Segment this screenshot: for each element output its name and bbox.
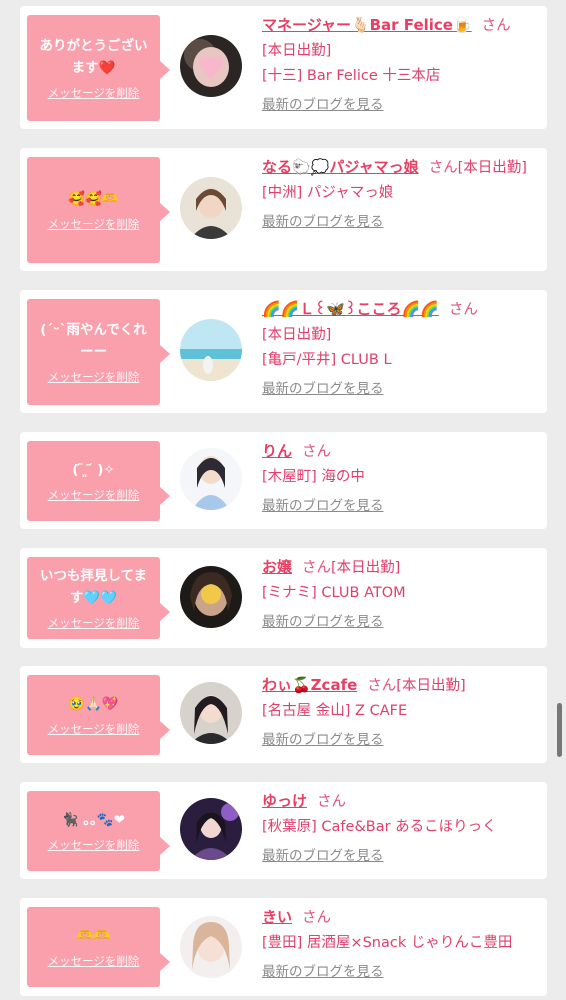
card-info: マネージャー🫰🏻Bar Felice🍺 さん [本日出勤] [十三] Bar Fe… [262, 12, 537, 115]
message-card: 🥹🙏🏻💖 メッセージを削除 わぃ🍒Zcafe さん[本日出勤] [名古屋 金山] … [20, 666, 547, 763]
latest-blog-link[interactable]: 最新のブログを見る [262, 212, 537, 232]
avatar[interactable] [180, 682, 242, 744]
message-bubble: 🫶🫶 メッセージを削除 [27, 907, 170, 987]
message-card: ( ᷇ ͈ ᷄ )✧ メッセージを削除 りん さん [木屋町] 海の中 最新のブロ… [20, 432, 547, 529]
message-bubble: 🐈‍⬛ ｡｡🐾❤ メッセージを削除 [27, 791, 170, 871]
message-bubble: (ˊᵕˋ雨やんでくれーー メッセージを削除 [27, 299, 170, 405]
work-status: [本日出勤] [262, 43, 332, 59]
honorific: さん [448, 302, 478, 318]
shop-name: [木屋町] 海の中 [262, 469, 365, 485]
cast-name-link[interactable]: なる🐑💭パジャマっ娘 [262, 158, 419, 176]
delete-message-link[interactable]: メッセージを削除 [48, 721, 140, 737]
message-bubble: ありがとうございます❤️ メッセージを削除 [27, 15, 170, 121]
message-text: ( ᷇ ͈ ᷄ )✧ [72, 462, 115, 478]
card-info: 🌈🌈Ｌ꒰🦋꒱こころ🌈🌈 さん [本日出勤] [亀戸/平井] CLUB L 最新のブ… [262, 296, 537, 399]
honorific: さん [428, 160, 458, 176]
honorific: さん [367, 678, 397, 694]
honorific: さん [302, 910, 332, 926]
cast-name-link[interactable]: りん [262, 442, 292, 460]
avatar[interactable] [180, 319, 242, 381]
delete-message-link[interactable]: メッセージを削除 [48, 369, 140, 385]
message-card: 🫶🫶 メッセージを削除 きい さん [豊田] 居酒屋×Snack じゃりんこ豊田 … [20, 898, 547, 996]
honorific: さん [302, 560, 332, 576]
shop-name: [ミナミ] CLUB ATOM [262, 585, 406, 601]
delete-message-link[interactable]: メッセージを削除 [48, 487, 140, 503]
message-text: いつも拝見してます🩵🩵 [40, 568, 147, 606]
card-info: ゆっけ さん [秋葉原] Cafe&Bar あるこほりっく 最新のブログを見る [262, 788, 537, 866]
work-status: [本日出勤] [396, 678, 466, 694]
cast-name-link[interactable]: きい [262, 908, 292, 926]
shop-name: [名古屋 金山] Z CAFE [262, 703, 408, 719]
avatar[interactable] [180, 566, 242, 628]
message-card: いつも拝見してます🩵🩵 メッセージを削除 お嬢 さん[本日出勤] [ミナミ] CL… [20, 548, 547, 648]
work-status: [本日出勤] [457, 160, 527, 176]
honorific: さん [302, 444, 332, 460]
message-bubble: いつも拝見してます🩵🩵 メッセージを削除 [27, 557, 170, 639]
honorific: さん [317, 794, 347, 810]
card-info: なる🐑💭パジャマっ娘 さん[本日出勤] [中洲] パジャマっ娘 最新のブログを見る [262, 154, 537, 232]
shop-name: [豊田] 居酒屋×Snack じゃりんこ豊田 [262, 935, 513, 951]
latest-blog-link[interactable]: 最新のブログを見る [262, 95, 537, 115]
avatar[interactable] [180, 177, 242, 239]
latest-blog-link[interactable]: 最新のブログを見る [262, 496, 537, 516]
shop-name: [亀戸/平井] CLUB L [262, 352, 392, 368]
latest-blog-link[interactable]: 最新のブログを見る [262, 962, 537, 982]
cast-name-link[interactable]: わぃ🍒Zcafe [262, 676, 357, 694]
message-text: 🥹🙏🏻💖 [68, 696, 119, 712]
message-text: 🥰🥰🫶 [68, 191, 119, 207]
message-text: 🫶🫶 [76, 928, 111, 944]
message-bubble: 🥹🙏🏻💖 メッセージを削除 [27, 675, 170, 755]
cast-name-link[interactable]: 🌈🌈Ｌ꒰🦋꒱こころ🌈🌈 [262, 300, 439, 318]
shop-name: [中洲] パジャマっ娘 [262, 185, 394, 201]
work-status: [本日出勤] [331, 560, 401, 576]
shop-name: [秋葉原] Cafe&Bar あるこほりっく [262, 819, 497, 835]
cast-name-link[interactable]: マネージャー🫰🏻Bar Felice🍺 [262, 16, 472, 34]
card-info: わぃ🍒Zcafe さん[本日出勤] [名古屋 金山] Z CAFE 最新のブログを… [262, 672, 537, 750]
message-card: 🐈‍⬛ ｡｡🐾❤ メッセージを削除 ゆっけ さん [秋葉原] Cafe&Bar あ… [20, 782, 547, 879]
scrollbar[interactable] [557, 703, 562, 757]
message-text: (ˊᵕˋ雨やんでくれーー [40, 322, 147, 360]
delete-message-link[interactable]: メッセージを削除 [48, 216, 140, 232]
latest-blog-link[interactable]: 最新のブログを見る [262, 379, 537, 399]
avatar[interactable] [180, 35, 242, 97]
message-bubble: 🥰🥰🫶 メッセージを削除 [27, 157, 170, 263]
cast-name-link[interactable]: ゆっけ [262, 792, 307, 810]
message-text: ありがとうございます❤️ [39, 38, 148, 76]
message-bubble: ( ᷇ ͈ ᷄ )✧ メッセージを削除 [27, 441, 170, 521]
work-status: [本日出勤] [262, 327, 332, 343]
delete-message-link[interactable]: メッセージを削除 [48, 85, 140, 101]
cast-name-link[interactable]: お嬢 [262, 558, 292, 576]
message-card: (ˊᵕˋ雨やんでくれーー メッセージを削除 🌈🌈Ｌ꒰🦋꒱こころ🌈🌈 さん [本日出… [20, 290, 547, 413]
shop-name: [十三] Bar Felice 十三本店 [262, 68, 441, 84]
message-card: ありがとうございます❤️ メッセージを削除 マネージャー🫰🏻Bar Felice… [20, 6, 547, 129]
card-info: きい さん [豊田] 居酒屋×Snack じゃりんこ豊田 最新のブログを見る [262, 904, 537, 982]
honorific: さん [481, 18, 511, 34]
latest-blog-link[interactable]: 最新のブログを見る [262, 730, 537, 750]
avatar[interactable] [180, 916, 242, 978]
message-text: 🐈‍⬛ ｡｡🐾❤ [61, 812, 126, 828]
delete-message-link[interactable]: メッセージを削除 [48, 615, 140, 631]
avatar[interactable] [180, 448, 242, 510]
delete-message-link[interactable]: メッセージを削除 [48, 953, 140, 969]
delete-message-link[interactable]: メッセージを削除 [48, 837, 140, 853]
message-card: 🥰🥰🫶 メッセージを削除 なる🐑💭パジャマっ娘 さん[本日出勤] [中洲] パジャ… [20, 148, 547, 271]
latest-blog-link[interactable]: 最新のブログを見る [262, 846, 537, 866]
avatar[interactable] [180, 798, 242, 860]
card-info: お嬢 さん[本日出勤] [ミナミ] CLUB ATOM 最新のブログを見る [262, 554, 537, 632]
card-info: りん さん [木屋町] 海の中 最新のブログを見る [262, 438, 537, 516]
latest-blog-link[interactable]: 最新のブログを見る [262, 612, 537, 632]
